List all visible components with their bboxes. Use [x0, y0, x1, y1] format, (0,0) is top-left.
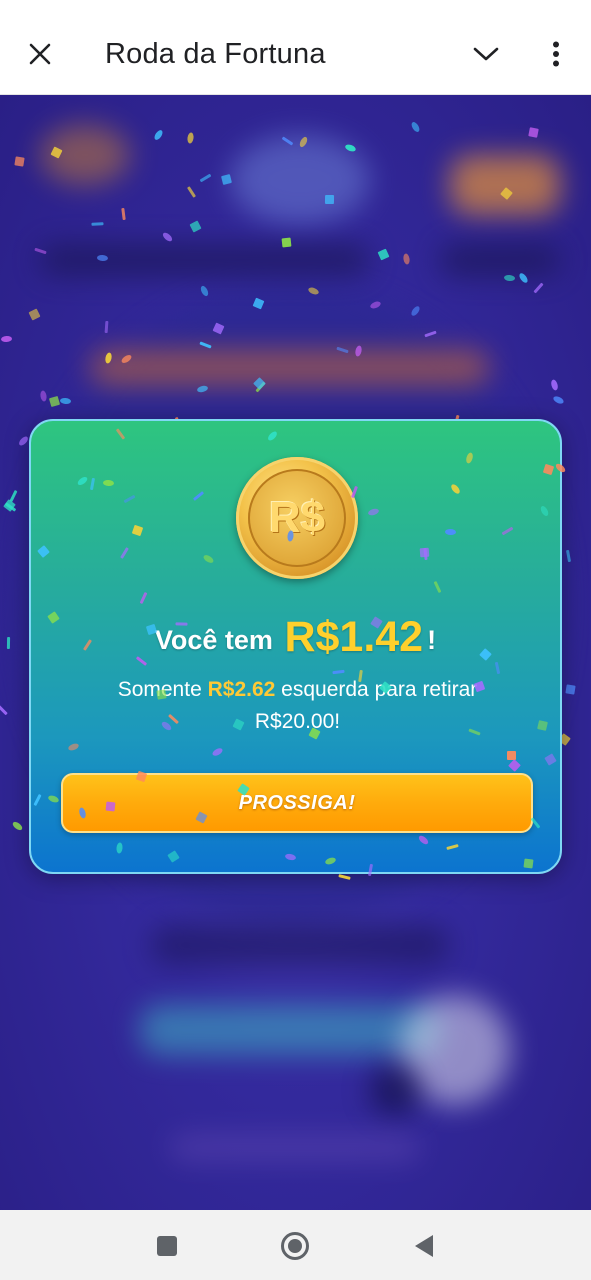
- app-bar: Roda da Fortuna: [0, 0, 591, 95]
- sub-prefix: Somente: [117, 678, 202, 701]
- balance-amount: R$1.42: [284, 613, 424, 661]
- withdraw-target: R$20.00!: [254, 710, 341, 733]
- withdraw-remaining-text: Somente R$2.62 esquerda para retirar R$2…: [61, 674, 534, 738]
- continue-button-label: PROSSIGA!: [238, 791, 356, 814]
- square-recents-icon[interactable]: [149, 1228, 185, 1264]
- headline-suffix: !: [427, 625, 437, 655]
- remaining-amount: R$2.62: [207, 678, 276, 701]
- chevron-down-icon[interactable]: [466, 36, 506, 72]
- circle-home-icon[interactable]: [277, 1228, 313, 1264]
- close-icon[interactable]: [22, 36, 58, 72]
- page-title: Roda da Fortuna: [105, 38, 326, 70]
- coin-icon: R$: [236, 457, 358, 579]
- continue-button[interactable]: PROSSIGA!: [61, 773, 533, 833]
- reward-modal: R$ Você tem R$1.42! Somente R$2.62 esque…: [29, 419, 562, 874]
- triangle-back-icon[interactable]: [406, 1228, 442, 1264]
- more-vertical-icon[interactable]: [538, 34, 574, 74]
- headline-prefix: Você tem: [154, 625, 273, 655]
- system-nav-bar: [0, 1210, 591, 1280]
- sub-suffix: esquerda para retirar: [281, 678, 478, 701]
- coin-symbol: R$: [268, 493, 326, 542]
- balance-headline: Você tem R$1.42!: [31, 607, 560, 670]
